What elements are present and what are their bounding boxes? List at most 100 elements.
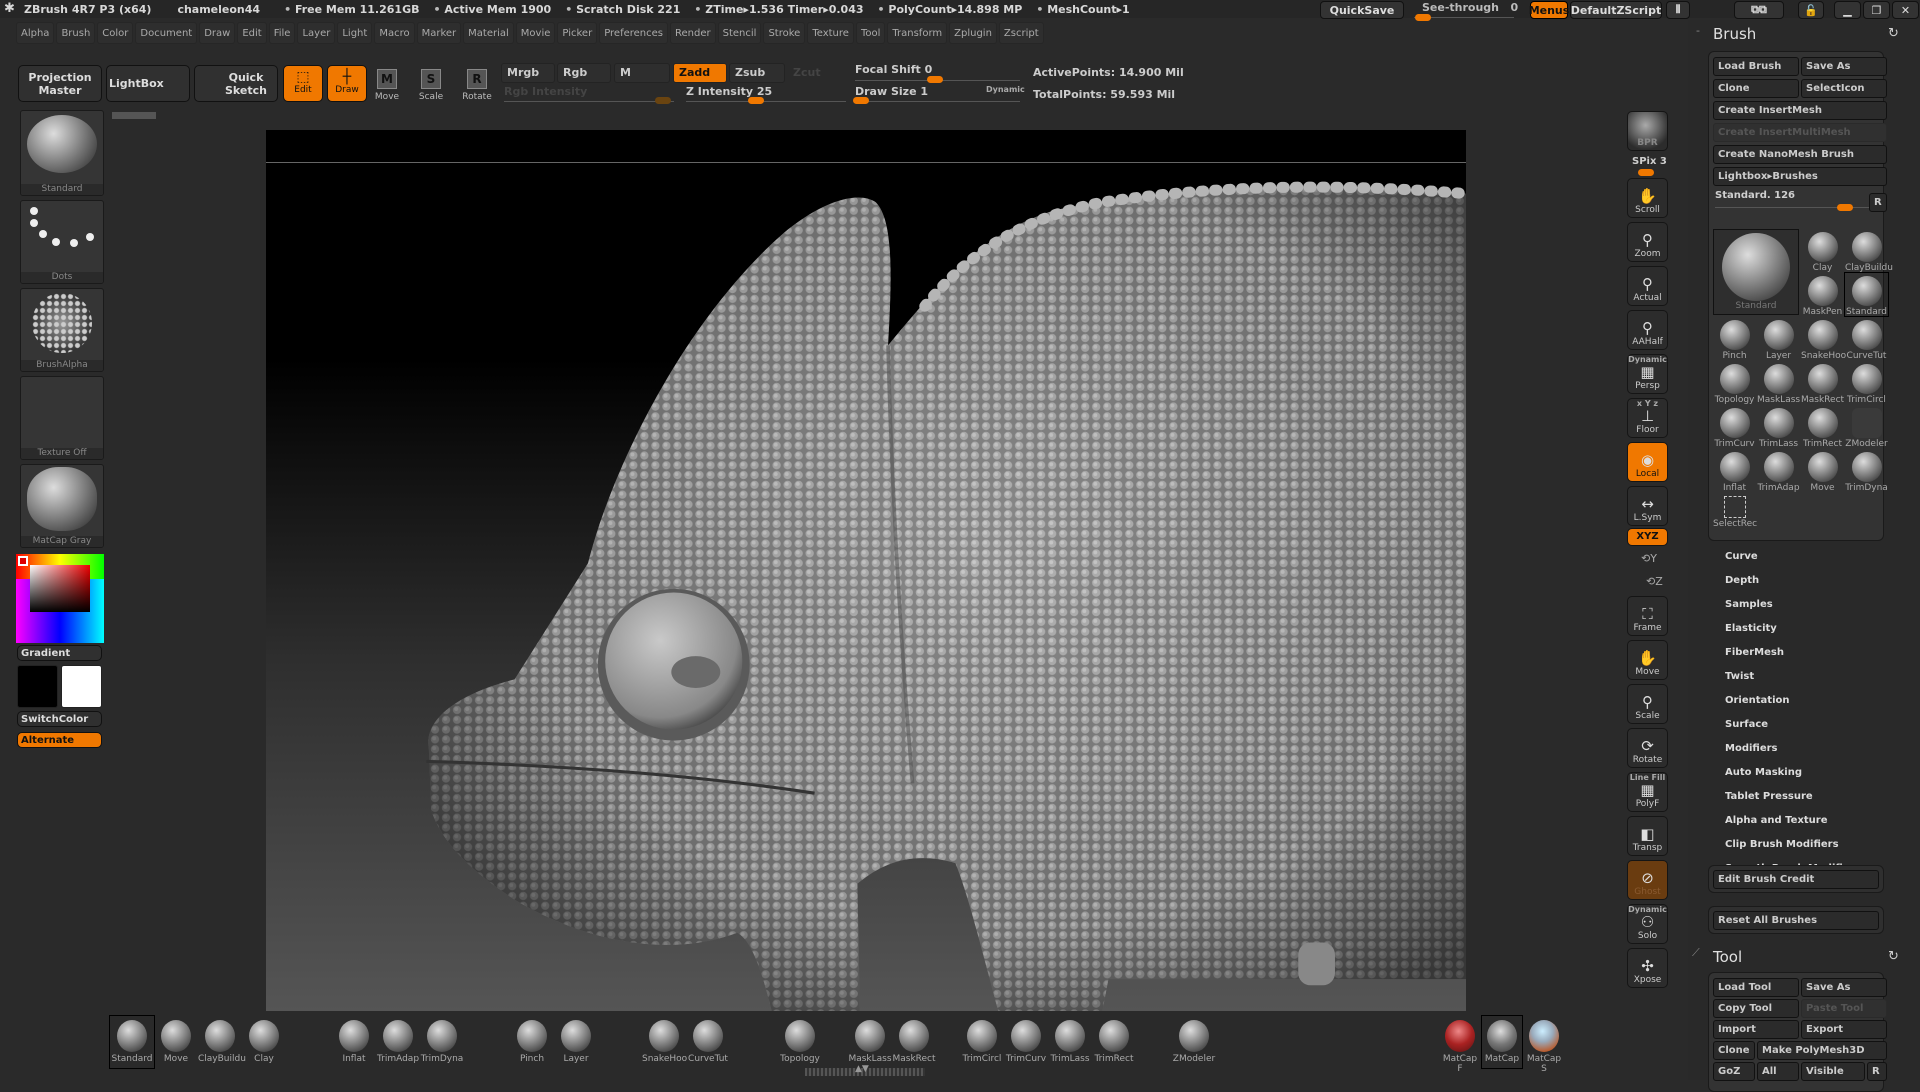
color-saturation-square[interactable] (30, 565, 90, 612)
shelf-brush-zmodeler[interactable]: ZModeler (1172, 1016, 1216, 1068)
palette-brush-move[interactable]: Move (1801, 449, 1844, 493)
subpalette-modifiers[interactable]: Modifiers (1725, 743, 1778, 754)
menu-picker[interactable]: Picker (557, 22, 598, 44)
load-brush-button[interactable]: Load Brush (1713, 57, 1799, 76)
shelf-material[interactable]: MatCap S (1524, 1016, 1564, 1074)
menu-marker[interactable]: Marker (416, 22, 462, 44)
lsym-button[interactable]: ↔ L.Sym (1627, 486, 1668, 526)
create-insertmultimesh-button[interactable]: Create InsertMultiMesh (1713, 123, 1887, 142)
menu-stencil[interactable]: Stencil (717, 22, 762, 44)
rgb-intensity-knob[interactable] (655, 97, 671, 104)
menu-material[interactable]: Material (463, 22, 514, 44)
palette-brush-maskpen[interactable]: MaskPen (1801, 273, 1844, 317)
paste-tool-button[interactable]: Paste Tool (1801, 999, 1887, 1018)
see-through-knob[interactable] (1415, 14, 1431, 21)
menus-button[interactable]: Menus (1529, 1, 1569, 19)
subpalette-alpha-and-texture[interactable]: Alpha and Texture (1725, 815, 1828, 826)
palette-brush-trimdyna[interactable]: TrimDyna (1845, 449, 1888, 493)
reset-tool-palette-icon[interactable]: ↻ (1888, 949, 1899, 964)
bpr-button[interactable]: BPR (1627, 111, 1668, 151)
layout-toggle-icon[interactable]: ⦀ (1666, 1, 1690, 19)
zoom-button[interactable]: ⚲ Zoom (1627, 222, 1668, 262)
reset-all-brushes-button[interactable]: Reset All Brushes (1713, 911, 1879, 930)
xyz-symmetry-button[interactable]: XYZ (1627, 528, 1668, 546)
palette-brush-pinch[interactable]: Pinch (1713, 317, 1756, 361)
m-button[interactable]: M (614, 63, 670, 83)
subpalette-auto-masking[interactable]: Auto Masking (1725, 767, 1802, 778)
palette-brush-inflat[interactable]: Inflat (1713, 449, 1756, 493)
transp-button[interactable]: ◧ Transp (1627, 816, 1668, 856)
color-picker[interactable] (16, 554, 104, 643)
zcut-button[interactable]: Zcut (787, 63, 843, 83)
clone-tool-button[interactable]: Clone (1713, 1041, 1755, 1060)
window-swap-icon[interactable]: ⧉⧉ (1734, 1, 1784, 19)
tool-palette-title[interactable]: Tool (1713, 948, 1742, 966)
palette-brush-topology[interactable]: Topology (1713, 361, 1756, 405)
palette-brush-clay[interactable]: Clay (1801, 229, 1844, 273)
reset-palette-icon[interactable]: ↻ (1888, 26, 1899, 41)
persp-button[interactable]: Dynamic ▦ Persp (1627, 354, 1668, 394)
menu-draw[interactable]: Draw (199, 22, 236, 44)
save-brush-as-button[interactable]: Save As (1801, 57, 1887, 76)
menu-stroke[interactable]: Stroke (763, 22, 806, 44)
shelf-brush-trimdyna[interactable]: TrimDyna (420, 1016, 464, 1068)
shelf-brush-layer[interactable]: Layer (554, 1016, 598, 1068)
draw-size-slider[interactable] (855, 101, 1020, 102)
menu-zscript[interactable]: Zscript (998, 22, 1044, 44)
draw-button[interactable]: ┼ Draw (327, 65, 367, 102)
menu-alpha[interactable]: Alpha (16, 22, 55, 44)
create-nanomesh-button[interactable]: Create NanoMesh Brush (1713, 145, 1887, 164)
quick-sketch-button[interactable]: Quick Sketch (194, 65, 278, 102)
lightbox-button[interactable]: LightBox (106, 65, 190, 102)
shelf-brush-trimcurv[interactable]: TrimCurv (1004, 1016, 1048, 1068)
palette-brush-trimcurv[interactable]: TrimCurv (1713, 405, 1756, 449)
stroke-thumb[interactable]: Dots (20, 200, 104, 284)
subpalette-samples[interactable]: Samples (1725, 599, 1773, 610)
shelf-material[interactable]: MatCap (1481, 1015, 1523, 1069)
shelf-brush-masklass[interactable]: MaskLass (848, 1016, 892, 1068)
shelf-brush-trimrect[interactable]: TrimRect (1092, 1016, 1136, 1068)
copy-tool-button[interactable]: Copy Tool (1713, 999, 1799, 1018)
shelf-brush-inflat[interactable]: Inflat (332, 1016, 376, 1068)
palette-brush-trimrect[interactable]: TrimRect (1801, 405, 1844, 449)
z-intensity-knob[interactable] (748, 97, 764, 104)
menu-layer[interactable]: Layer (297, 22, 336, 44)
import-button[interactable]: Import (1713, 1020, 1799, 1039)
goz-button[interactable]: GoZ (1713, 1062, 1755, 1081)
load-tool-button[interactable]: Load Tool (1713, 978, 1799, 997)
menu-render[interactable]: Render (670, 22, 716, 44)
move-button[interactable]: M Move (367, 64, 407, 104)
palette-brush-selectrec[interactable]: SelectRec (1713, 493, 1757, 536)
lock-icon[interactable]: 🔓 (1798, 1, 1824, 19)
palette-brush-curvetut[interactable]: CurveTut (1845, 317, 1888, 361)
lightbox-brushes-button[interactable]: Lightbox▸Brushes (1713, 167, 1887, 186)
secondary-color-swatch[interactable] (61, 665, 102, 708)
material-thumb[interactable]: MatCap Gray (20, 464, 104, 548)
quicksave-button[interactable]: QuickSave (1320, 1, 1404, 19)
menu-brush[interactable]: Brush (56, 22, 96, 44)
rotate-button[interactable]: R Rotate (457, 64, 497, 104)
focal-shift-knob[interactable] (927, 76, 943, 83)
zadd-button[interactable]: Zadd (673, 63, 727, 83)
palette-brush-claybuildu[interactable]: ClayBuildu (1845, 229, 1893, 273)
brush-slider-knob[interactable] (1837, 204, 1853, 211)
make-polymesh-button[interactable]: Make PolyMesh3D (1757, 1041, 1887, 1060)
rgb-button[interactable]: Rgb (557, 63, 611, 83)
mrgb-button[interactable]: Mrgb (501, 63, 555, 83)
save-tool-as-button[interactable]: Save As (1801, 978, 1887, 997)
scroll-button[interactable]: ✋ Scroll (1627, 178, 1668, 218)
document-tab[interactable] (112, 112, 156, 119)
palette-brush-maskrect[interactable]: MaskRect (1801, 361, 1844, 405)
zsub-button[interactable]: Zsub (729, 63, 785, 83)
polyf-button[interactable]: Line Fill ▦ PolyF (1627, 772, 1668, 812)
edit-button[interactable]: ⬚ Edit (283, 65, 323, 102)
menu-texture[interactable]: Texture (807, 22, 854, 44)
shelf-brush-clay[interactable]: Clay (242, 1016, 286, 1068)
brush-palette-title[interactable]: Brush (1713, 25, 1756, 43)
menu-light[interactable]: Light (337, 22, 373, 44)
shelf-brush-trimadap[interactable]: TrimAdap (376, 1016, 420, 1068)
shelf-brush-snakehoo[interactable]: SnakeHoo (642, 1016, 687, 1068)
select-icon-button[interactable]: SelectIcon (1801, 79, 1887, 98)
shelf-brush-claybuildu[interactable]: ClayBuildu (198, 1016, 246, 1068)
palette-brush-trimadap[interactable]: TrimAdap (1757, 449, 1800, 493)
